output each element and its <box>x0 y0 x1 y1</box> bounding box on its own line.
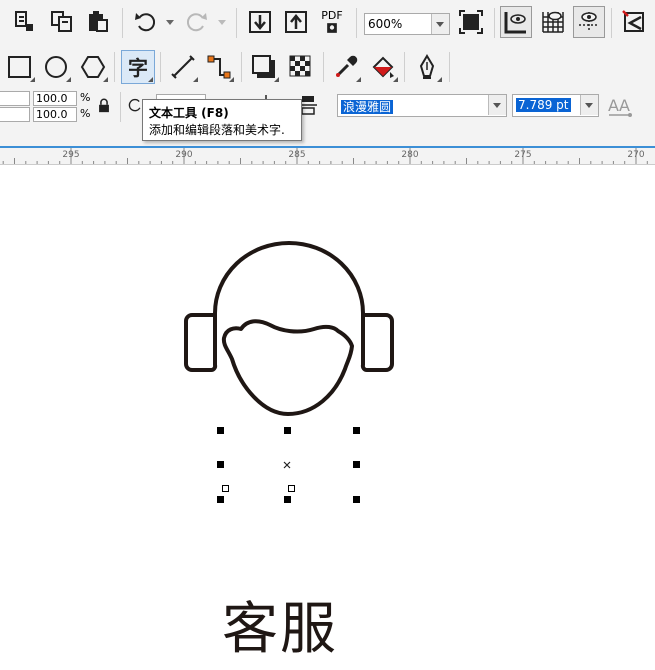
rectangle-tool-icon[interactable] <box>4 51 36 83</box>
pdf-icon <box>327 22 337 33</box>
show-grid-icon[interactable] <box>537 6 569 38</box>
separator <box>241 52 242 82</box>
horizontal-ruler[interactable]: 295 290 285 280 275 270 <box>0 146 655 165</box>
redo-icon[interactable] <box>180 6 212 38</box>
standard-toolbar: PDF 600% <box>0 0 655 47</box>
selection-handle[interactable] <box>217 427 224 434</box>
flyout-corner-icon <box>193 77 198 82</box>
center-mark-icon <box>283 461 291 469</box>
import-arrow-icon[interactable] <box>244 6 276 38</box>
pdf-label: PDF <box>321 8 343 22</box>
property-bar: 100.0 100.0 % % 浪漫雅圆 7.789 pt AA <box>0 88 655 146</box>
drop-shadow-tool-icon[interactable] <box>248 51 280 83</box>
svg-text:字: 字 <box>128 56 148 80</box>
flyout-corner-icon <box>103 77 108 82</box>
ruler-label: 275 <box>514 150 532 160</box>
drawing-canvas[interactable]: 客服 <box>0 165 655 662</box>
selection-handle[interactable] <box>217 461 224 468</box>
separator <box>236 8 237 38</box>
toolbox-row: 字 + <box>0 46 655 129</box>
separator <box>120 92 121 122</box>
separator <box>494 8 495 38</box>
scale-y-field[interactable]: 100.0 <box>33 107 77 122</box>
lock-ratio-icon[interactable] <box>94 95 114 117</box>
font-name-value: 浪漫雅圆 <box>341 100 394 114</box>
undo-dropdown-icon[interactable] <box>166 20 174 25</box>
undo-icon[interactable] <box>130 6 162 38</box>
flyout-corner-icon <box>437 77 442 82</box>
font-style-icon[interactable]: AA <box>604 90 636 122</box>
selection-handle[interactable] <box>353 427 360 434</box>
separator <box>160 52 161 82</box>
ruler-label: 295 <box>62 150 80 160</box>
copy-icon[interactable] <box>46 6 78 38</box>
flyout-corner-icon <box>148 77 153 82</box>
text-tool-tooltip: 文本工具 (F8) 添加和编辑段落和美术字. <box>142 99 302 141</box>
flyout-corner-icon <box>30 77 35 82</box>
scale-y-percent: % <box>80 107 91 120</box>
selection-handle[interactable] <box>353 461 360 468</box>
flyout-corner-icon <box>229 77 234 82</box>
full-screen-icon[interactable] <box>455 6 487 38</box>
redo-dropdown-icon <box>218 20 226 25</box>
separator <box>611 8 612 38</box>
separator <box>114 52 115 82</box>
separator <box>404 52 405 82</box>
text-object[interactable]: 客服 <box>222 590 338 670</box>
ruler-label: 285 <box>288 150 306 160</box>
ruler-label: 270 <box>627 150 645 160</box>
ellipse-tool-icon[interactable] <box>40 51 72 83</box>
show-rulers-icon[interactable] <box>500 6 532 38</box>
tooltip-title: 文本工具 (F8) <box>149 106 229 120</box>
flyout-corner-icon <box>356 77 361 82</box>
selection-handle[interactable] <box>284 496 291 503</box>
svg-text:A: A <box>608 96 619 115</box>
zoom-level-combo[interactable]: 600% <box>364 13 450 35</box>
snap-to-icon[interactable] <box>618 6 650 38</box>
text-tool-icon[interactable]: 字 <box>121 50 155 84</box>
flyout-corner-icon <box>393 77 398 82</box>
headset-user-icon[interactable] <box>0 165 655 579</box>
ruler-label: 280 <box>401 150 419 160</box>
paste-icon[interactable] <box>82 6 114 38</box>
publish-pdf-button[interactable]: PDF <box>316 6 348 38</box>
font-size-value: 7.789 pt <box>516 98 571 112</box>
selection-handle[interactable] <box>217 496 224 503</box>
separator <box>449 52 450 82</box>
scale-x-percent: % <box>80 91 91 104</box>
text-node-handle[interactable] <box>288 485 295 492</box>
ruler-label: 290 <box>175 150 193 160</box>
show-guidelines-icon[interactable] <box>573 6 605 38</box>
import-icon[interactable] <box>8 6 40 38</box>
zoom-level-value: 600% <box>368 17 403 31</box>
zoom-dropdown-icon[interactable] <box>431 14 449 34</box>
svg-text:A: A <box>619 96 630 115</box>
selection-handle[interactable] <box>284 427 291 434</box>
tooltip-body: 添加和编辑段落和美术字. <box>149 123 285 137</box>
connector-tool-icon[interactable] <box>203 51 235 83</box>
eyedropper-tool-icon[interactable] <box>330 51 362 83</box>
separator <box>122 8 123 38</box>
text-node-handle[interactable] <box>222 485 229 492</box>
scale-x-field[interactable]: 100.0 <box>33 91 77 106</box>
font-list-dropdown-icon[interactable] <box>488 95 506 115</box>
position-y-field[interactable] <box>0 107 30 122</box>
font-size-combo[interactable]: 7.789 pt <box>512 94 599 117</box>
separator <box>356 8 357 38</box>
interactive-fill-tool-icon[interactable] <box>367 51 399 83</box>
flyout-corner-icon <box>66 77 71 82</box>
font-size-dropdown-icon[interactable] <box>580 95 598 115</box>
separator <box>323 52 324 82</box>
flyout-corner-icon <box>274 77 279 82</box>
smart-fill-pen-icon[interactable] <box>411 51 443 83</box>
ruler-ticks <box>2 148 648 164</box>
transparency-tool-icon[interactable] <box>285 51 317 83</box>
polygon-tool-icon[interactable] <box>77 51 109 83</box>
font-list-combo[interactable]: 浪漫雅圆 <box>337 94 507 117</box>
selection-handle[interactable] <box>353 496 360 503</box>
position-x-field[interactable] <box>0 91 30 106</box>
export-arrow-icon[interactable] <box>280 6 312 38</box>
dimension-tool-icon[interactable] <box>167 51 199 83</box>
